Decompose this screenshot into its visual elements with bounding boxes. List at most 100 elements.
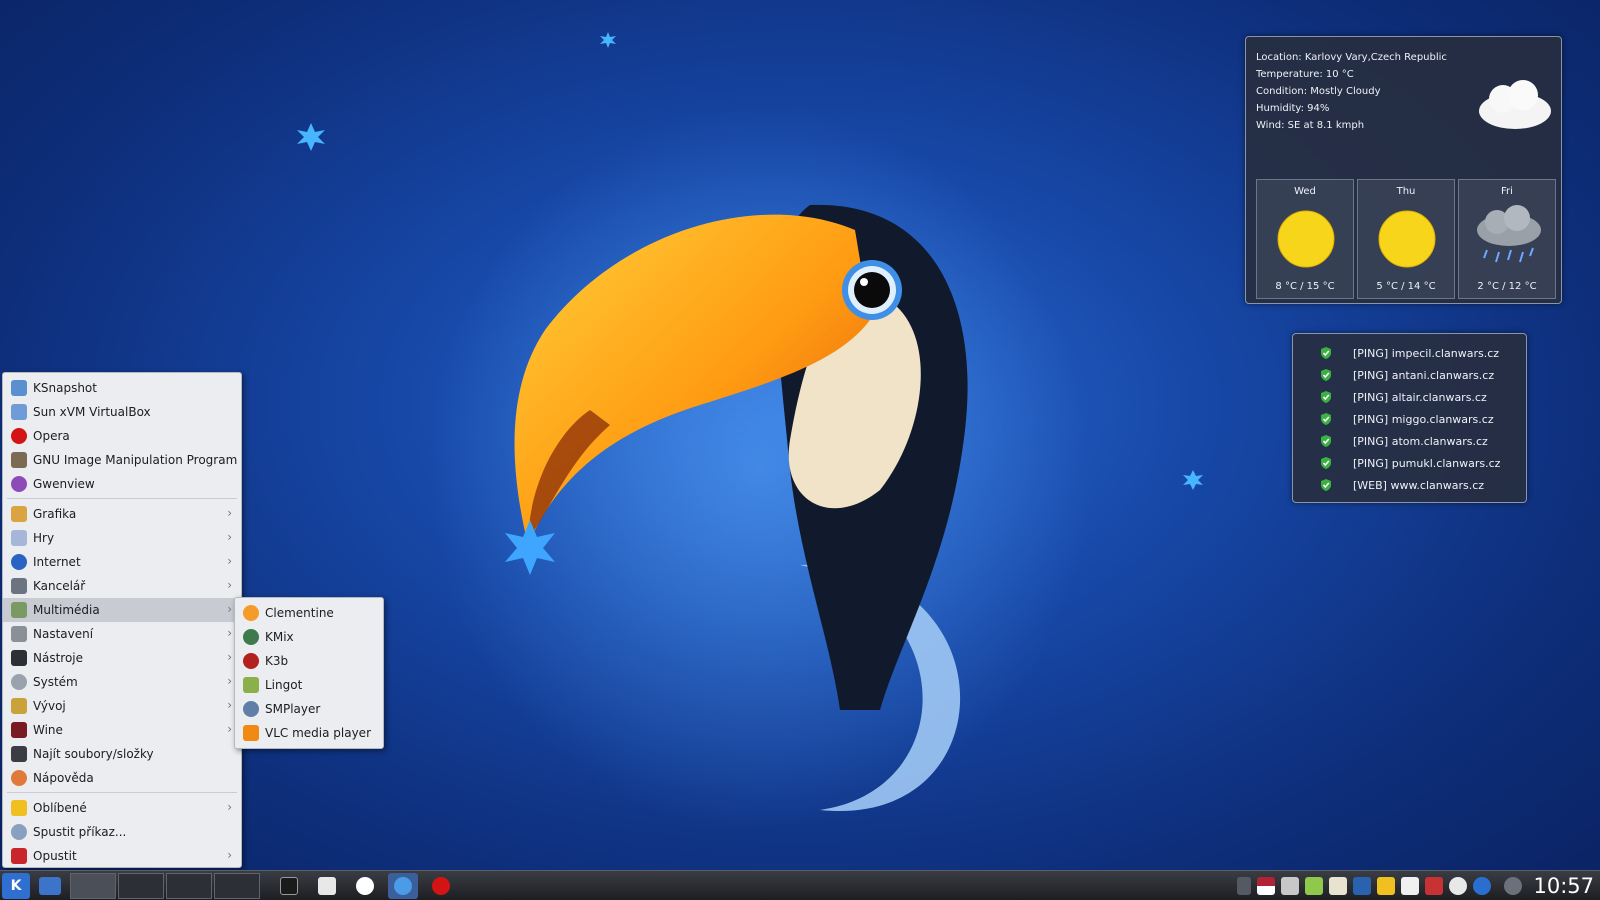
menu-item-label: VLC media player (265, 726, 372, 740)
ping-host-label: [PING] antani.clanwars.cz (1353, 368, 1495, 382)
menu-item-label: Opustit (33, 849, 77, 863)
ping-host-label: [PING] altair.clanwars.cz (1353, 390, 1487, 404)
chevron-right-icon: › (227, 722, 232, 736)
power-management-icon[interactable] (1305, 876, 1324, 895)
volume-icon[interactable] (1281, 876, 1300, 895)
mail-icon[interactable] (1401, 876, 1420, 895)
submenu-item-clementine[interactable]: Clementine (235, 601, 383, 625)
terminal-launcher[interactable] (274, 873, 304, 899)
pager-desktop-2[interactable] (118, 872, 164, 899)
menu-item-opera[interactable]: Opera (3, 424, 241, 448)
ping-row: [PING] antani.clanwars.cz (1293, 364, 1526, 386)
submenu-item-kmix[interactable]: KMix (235, 625, 383, 649)
virtualbox-icon (11, 404, 27, 420)
power-icon (11, 848, 27, 864)
menu-item-vyvoj[interactable]: Vývoj › (3, 694, 241, 718)
games-icon (11, 530, 27, 546)
menu-item-hry[interactable]: Hry › (3, 526, 241, 550)
shield-check-icon (1321, 391, 1331, 403)
ping-row: [PING] pumukl.clanwars.cz (1293, 452, 1526, 474)
clipboard-icon[interactable] (1329, 876, 1348, 895)
opera-launcher[interactable] (426, 873, 456, 899)
forecast-day: Thu 5 °C / 14 °C (1357, 179, 1455, 299)
submenu-item-smplayer[interactable]: SMPlayer (235, 697, 383, 721)
sun-icon (1277, 210, 1335, 268)
submenu-item-vlc[interactable]: VLC media player (235, 721, 383, 745)
menu-item-label: Clementine (265, 606, 334, 620)
show-desktop-button[interactable] (36, 873, 64, 899)
moon-weather-icon[interactable] (1449, 876, 1468, 895)
forecast-day-name: Thu (1396, 186, 1416, 197)
shield-check-icon (1321, 413, 1331, 425)
pager-desktop-1[interactable] (70, 872, 116, 899)
menu-item-run-command[interactable]: Spustit příkaz... (3, 820, 241, 844)
ping-row: [PING] impecil.clanwars.cz (1293, 342, 1526, 364)
chevron-right-icon: › (227, 530, 232, 544)
favorite-star-icon[interactable] (1377, 876, 1396, 895)
updates-icon[interactable] (1353, 876, 1372, 895)
weather-widget: Location: Karlovy Vary,Czech Republic Te… (1245, 36, 1562, 304)
menu-item-favorites[interactable]: Oblíbené › (3, 796, 241, 820)
pager-desktop-4[interactable] (214, 872, 260, 899)
chevron-right-icon: › (227, 578, 232, 592)
smplayer-icon (243, 701, 259, 717)
ping-row: [PING] miggo.clanwars.cz (1293, 408, 1526, 430)
menu-separator (7, 792, 237, 793)
notifications-info-icon[interactable] (1504, 876, 1523, 895)
menu-item-virtualbox[interactable]: Sun xVM VirtualBox (3, 400, 241, 424)
menu-item-label: Lingot (265, 678, 303, 692)
weather-location: Location: Karlovy Vary,Czech Republic (1256, 52, 1447, 63)
ksnapshot-icon (11, 380, 27, 396)
chevron-right-icon: › (227, 848, 232, 862)
clock[interactable]: 10:57 (1533, 874, 1594, 898)
menu-item-label: Nápověda (33, 771, 94, 785)
shield-check-icon (1321, 479, 1331, 491)
shield-check-icon (1321, 435, 1331, 447)
menu-item-nastaveni[interactable]: Nastavení › (3, 622, 241, 646)
star-icon (11, 800, 27, 816)
menu-item-grafika[interactable]: Grafika › (3, 502, 241, 526)
keyboard-layout-flag-icon[interactable] (1257, 876, 1276, 895)
tray-expand-arrow-icon[interactable] (1237, 876, 1252, 895)
chevron-right-icon: › (227, 602, 232, 616)
menu-item-gwenview[interactable]: Gwenview (3, 472, 241, 496)
vlc-cone-icon (243, 725, 259, 741)
ping-host-label: [PING] atom.clanwars.cz (1353, 434, 1488, 448)
menu-item-label: Hry (33, 531, 55, 545)
menu-item-help[interactable]: Nápověda (3, 766, 241, 790)
weather-humidity: Humidity: 94% (1256, 103, 1330, 114)
cloud-icon (1479, 80, 1551, 129)
menu-item-system[interactable]: Systém › (3, 670, 241, 694)
menu-item-gimp[interactable]: GNU Image Manipulation Program (3, 448, 241, 472)
wine-glass-icon (11, 722, 27, 738)
ping-host-label: [WEB] www.clanwars.cz (1353, 478, 1485, 492)
menu-item-wine[interactable]: Wine › (3, 718, 241, 742)
menu-item-label: KSnapshot (33, 381, 97, 395)
network-icon[interactable] (1425, 876, 1444, 895)
pager-desktop-3[interactable] (166, 872, 212, 899)
browser-launcher[interactable] (388, 872, 418, 899)
menu-item-quit[interactable]: Opustit › (3, 844, 241, 868)
ping-host-label: [PING] impecil.clanwars.cz (1353, 346, 1500, 360)
editor-launcher[interactable] (312, 873, 342, 899)
menu-item-ksnapshot[interactable]: KSnapshot (3, 376, 241, 400)
menu-item-label: Spustit příkaz... (33, 825, 127, 839)
konqueror-tray-icon[interactable] (1473, 876, 1492, 895)
menu-item-find-files[interactable]: Najít soubory/složky (3, 742, 241, 766)
menu-item-multimedia[interactable]: Multimédia › (3, 598, 241, 622)
submenu-item-k3b[interactable]: K3b (235, 649, 383, 673)
pencil-icon (318, 876, 336, 895)
chevron-right-icon: › (227, 506, 232, 520)
submenu-item-lingot[interactable]: Lingot (235, 673, 383, 697)
kde-launcher-button[interactable]: K (2, 872, 30, 899)
tools-icon (11, 650, 27, 666)
system-icon (11, 674, 27, 690)
menu-item-label: SMPlayer (265, 702, 321, 716)
gimp-icon (11, 452, 27, 468)
kde-logo-icon: K (10, 877, 22, 894)
menu-item-label: Oblíbené (33, 801, 87, 815)
chat-launcher[interactable] (350, 873, 380, 899)
menu-item-internet[interactable]: Internet › (3, 550, 241, 574)
menu-item-nastroje[interactable]: Nástroje › (3, 646, 241, 670)
menu-item-kancelar[interactable]: Kancelář › (3, 574, 241, 598)
